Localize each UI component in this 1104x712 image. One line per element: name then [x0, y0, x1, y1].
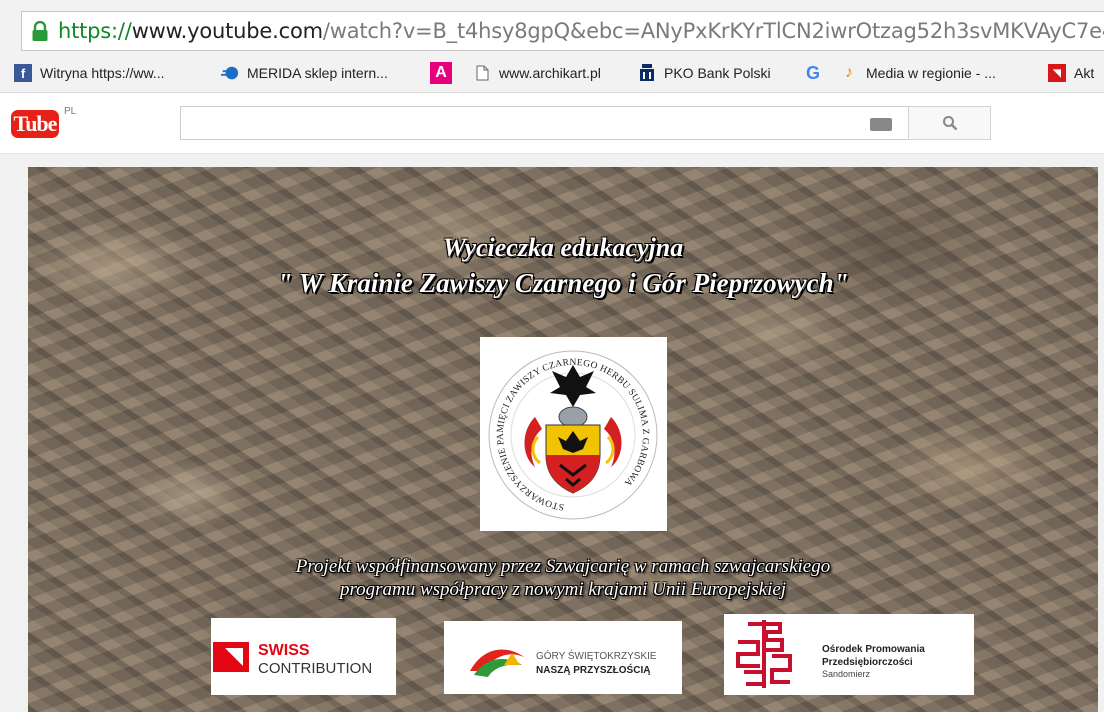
search-icon — [942, 116, 957, 131]
facebook-icon: f — [14, 64, 32, 82]
bookmark-adobe[interactable]: A — [430, 54, 460, 92]
merida-icon — [221, 64, 239, 82]
bookmark-red-icon: ◥ — [1048, 64, 1066, 82]
bookmark-archikart[interactable]: www.archikart.pl — [473, 54, 601, 92]
bookmark-label: Media w regionie - ... — [866, 65, 996, 81]
youtube-logo[interactable]: Tube — [11, 110, 59, 138]
keyboard-icon[interactable] — [870, 118, 892, 131]
osrodek-promowania-logo: Ośrodek Promowania Przedsiębiorczości Sa… — [724, 614, 974, 695]
bookmark-label: Witryna https://ww... — [40, 65, 165, 81]
address-bar[interactable]: https://www.youtube.com/watch?v=B_t4hsy8… — [21, 11, 1104, 51]
bookmark-google[interactable]: G — [804, 54, 830, 92]
swiss-contribution-logo: SWISS CONTRIBUTION — [211, 618, 396, 695]
bookmark-label: PKO Bank Polski — [664, 65, 771, 81]
video-subtitle-line2: programu współpracy z nowymi krajami Uni… — [339, 579, 787, 600]
video-title-line1: Wycieczka edukacyjna — [442, 233, 684, 262]
bookmark-label: Akt — [1074, 65, 1095, 81]
google-icon: G — [805, 62, 820, 83]
adobe-icon: A — [430, 62, 452, 84]
search-button[interactable] — [908, 106, 991, 140]
bookmark-label: MERIDA sklep intern... — [247, 65, 388, 81]
bookmark-media[interactable]: ♪ Media w regionie - ... — [840, 54, 996, 92]
browser-toolbar: https://www.youtube.com/watch?v=B_t4hsy8… — [0, 0, 1104, 54]
bookmark-witryna[interactable]: f Witryna https://ww... — [14, 54, 164, 92]
lock-icon — [32, 21, 48, 41]
swiss-text-2: CONTRIBUTION — [258, 660, 372, 677]
bookmarks-bar: f Witryna https://ww... MERIDA sklep int… — [0, 54, 1104, 93]
bookmark-merida[interactable]: MERIDA sklep intern... — [221, 54, 388, 92]
url-text: https://www.youtube.com/watch?v=B_t4hsy8… — [58, 18, 1104, 44]
url-host: www.youtube.com — [131, 19, 323, 43]
coat-of-arms-emblem: STOWARZYSZENIE PAMIĘCI ZAWISZY CZARNEGO … — [480, 337, 667, 531]
url-path: /watch?v=B_t4hsy8gpQ&ebc=ANyPxKrKYrTlCN2… — [322, 19, 1104, 43]
ospr-text-2: Przedsiębiorczości — [822, 657, 913, 668]
media-icon: ♪ — [845, 64, 853, 81]
bookmark-pko[interactable]: PKO Bank Polski — [638, 54, 771, 92]
video-subtitle-line1: Projekt współfinansowany przez Szwajcari… — [295, 556, 831, 577]
youtube-header: Tube PL — [0, 93, 1104, 154]
search-input[interactable] — [180, 106, 909, 140]
swiss-text-1: SWISS — [258, 642, 310, 659]
ospr-text-3: Sandomierz — [822, 669, 871, 679]
video-title-line2: " W Krainie Zawiszy Czarnego i Gór Piepr… — [277, 268, 849, 298]
bookmark-akt[interactable]: ◥ Akt — [1048, 54, 1094, 92]
ospr-text-1: Ośrodek Promowania — [822, 644, 925, 655]
region-label: PL — [64, 106, 77, 117]
page-icon — [473, 64, 491, 82]
url-protocol: https:// — [58, 19, 132, 43]
gory-text-1: GÓRY ŚWIĘTOKRZYSKIE — [536, 649, 657, 662]
gory-text-2: NASZĄ PRZYSZŁOŚCIĄ — [536, 663, 650, 676]
gory-swietokrzyskie-logo: GÓRY ŚWIĘTOKRZYSKIE NASZĄ PRZYSZŁOŚCIĄ — [444, 621, 682, 694]
pko-icon — [638, 64, 656, 82]
bookmark-label: www.archikart.pl — [499, 65, 601, 81]
video-player[interactable]: Wycieczka edukacyjna " W Krainie Zawiszy… — [28, 167, 1098, 712]
